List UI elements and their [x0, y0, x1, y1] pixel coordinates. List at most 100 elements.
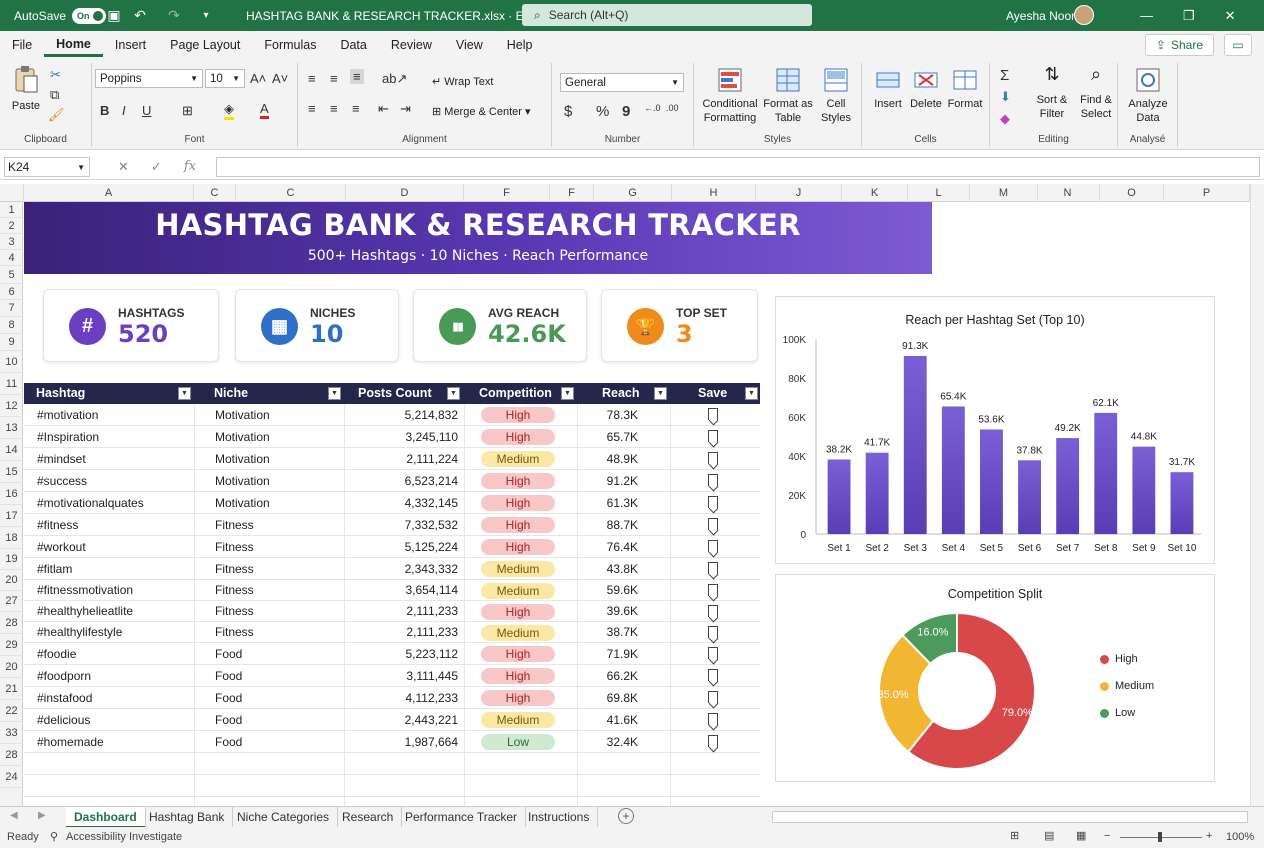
minimize-icon[interactable]: — — [1140, 8, 1153, 24]
row-header[interactable]: 11 — [0, 373, 23, 395]
sheet-tab-research[interactable]: Research — [334, 807, 403, 828]
niche-cell[interactable]: Fitness — [215, 622, 254, 642]
undo-icon[interactable]: ↶ — [132, 7, 148, 24]
niche-cell[interactable]: Motivation — [215, 404, 270, 425]
reach-cell[interactable]: 66.2K — [584, 665, 638, 686]
table-row[interactable]: #foodporn Food 3,111,445 High 66.2K — [24, 665, 760, 687]
tab-file[interactable]: File — [0, 38, 44, 52]
niche-cell[interactable]: Motivation — [215, 426, 270, 447]
posts-count-cell[interactable]: 2,111,233 — [358, 601, 458, 621]
percent-button[interactable]: % — [596, 103, 609, 120]
table-row[interactable]: #success Motivation 6,523,214 High 91.2K — [24, 470, 760, 492]
row-header[interactable]: 29 — [0, 634, 23, 656]
bookmark-icon[interactable] — [708, 735, 718, 747]
hashtag-cell[interactable]: #healthyheliеatlite — [37, 601, 133, 621]
table-row[interactable]: #workout Fitness 5,125,224 High 76.4K — [24, 536, 760, 558]
row-header[interactable]: 16 — [0, 483, 23, 505]
table-row[interactable]: #fitnessmotivation Fitness 3,654,114 Medium… — [24, 580, 760, 601]
hashtag-cell[interactable]: #homemade — [37, 731, 104, 752]
niche-cell[interactable]: Motivation — [215, 492, 270, 513]
fill-icon[interactable]: ⬇ — [1000, 89, 1011, 105]
row-header[interactable]: 22 — [0, 700, 23, 722]
niche-cell[interactable]: Fitness — [215, 514, 254, 535]
reach-cell[interactable]: 41.6K — [584, 709, 638, 730]
filter-dropdown-icon[interactable]: ▼ — [178, 387, 191, 400]
pie-chart[interactable]: Competition Split 79.0% 35.0% 16.0% High Me… — [775, 574, 1215, 782]
bar[interactable] — [980, 429, 1003, 534]
column-header[interactable]: H — [672, 184, 756, 202]
posts-count-cell[interactable]: 6,523,214 — [358, 470, 458, 491]
bar-chart[interactable]: Reach per Hashtag Set (Top 10) 0 20K 40K 60… — [775, 296, 1215, 564]
wrap-text-button[interactable]: ↵ Wrap Text — [432, 75, 493, 89]
legend-item-medium[interactable]: Medium — [1100, 680, 1154, 692]
hashtag-cell[interactable]: #healthylifestyle — [37, 622, 122, 642]
bookmark-icon[interactable] — [708, 540, 718, 552]
row-header[interactable]: 12 — [0, 395, 23, 417]
comma-button[interactable]: 9 — [622, 103, 630, 120]
niche-cell[interactable]: Food — [215, 731, 242, 752]
italic-button[interactable]: I — [122, 103, 126, 118]
row-header[interactable]: 15 — [0, 461, 23, 483]
niche-cell[interactable]: Fitness — [215, 580, 254, 600]
borders-icon[interactable]: ⊞ — [182, 103, 193, 119]
row-header[interactable]: 3 — [0, 234, 23, 250]
table-row[interactable]: #homemade Food 1,987,664 Low 32.4K — [24, 731, 760, 753]
tab-view[interactable]: View — [444, 38, 495, 52]
reach-cell[interactable]: 48.9K — [584, 448, 638, 469]
close-icon[interactable]: ✕ — [1225, 8, 1236, 24]
row-header[interactable]: 17 — [0, 505, 23, 527]
bar[interactable] — [1018, 460, 1041, 534]
clear-icon[interactable]: ◆ — [1000, 111, 1010, 127]
find-select-button[interactable]: ⌕ Find & Select — [1074, 65, 1118, 121]
column-header[interactable]: F — [464, 184, 550, 202]
column-header[interactable]: G — [594, 184, 672, 202]
add-sheet-icon[interactable]: + — [618, 808, 634, 824]
table-row[interactable]: #delicious Food 2,443,221 Medium 41.6K — [24, 709, 760, 731]
filter-dropdown-icon[interactable]: ▼ — [447, 387, 460, 400]
filter-dropdown-icon[interactable]: ▼ — [745, 387, 758, 400]
column-header[interactable]: C — [236, 184, 346, 202]
bookmark-icon[interactable] — [708, 474, 718, 486]
posts-count-cell[interactable]: 7,332,532 — [358, 514, 458, 535]
bookmark-icon[interactable] — [708, 518, 718, 530]
save-icon[interactable]: ▣ — [106, 7, 122, 24]
formula-input[interactable] — [216, 157, 1260, 177]
restore-icon[interactable]: ❐ — [1183, 8, 1195, 24]
posts-count-cell[interactable]: 2,111,224 — [358, 448, 458, 469]
column-header[interactable]: O — [1100, 184, 1164, 202]
bar[interactable] — [1170, 472, 1194, 534]
align-left-icon[interactable]: ≡ — [308, 101, 316, 116]
niche-cell[interactable]: Food — [215, 643, 242, 664]
redo-icon[interactable]: ↷ — [166, 7, 182, 24]
tab-data[interactable]: Data — [328, 38, 378, 52]
row-header[interactable]: 8 — [0, 317, 23, 334]
posts-count-cell[interactable]: 3,654,114 — [358, 580, 459, 600]
row-header[interactable]: 4 — [0, 250, 23, 266]
column-header[interactable]: N — [1036, 184, 1100, 202]
vertical-scrollbar[interactable] — [1250, 184, 1264, 806]
bar[interactable] — [1132, 446, 1156, 534]
tab-home[interactable]: Home — [44, 37, 103, 57]
hashtag-cell[interactable]: #fitness — [37, 514, 78, 535]
row-header[interactable]: 10 — [0, 351, 23, 373]
niche-cell[interactable]: Fitness — [215, 601, 254, 621]
posts-count-cell[interactable]: 4,332,145 — [358, 492, 458, 513]
worksheet[interactable]: HASHTAG BANK & RESEARCH TRACKER 500+ Has… — [24, 202, 1248, 806]
table-row[interactable]: #instafood Food 4,112,233 High 69.8K — [24, 687, 760, 709]
column-header[interactable]: F — [550, 184, 594, 202]
niche-cell[interactable]: Motivation — [215, 448, 270, 469]
table-row[interactable]: #motivationalquates Motivation 4,332,145 Hi… — [24, 492, 760, 514]
zoom-slider[interactable] — [1120, 832, 1202, 842]
align-middle-icon[interactable]: ≡ — [330, 71, 338, 86]
sheet-tab-performance-tracker[interactable]: Performance Tracker — [397, 807, 527, 828]
paste-button[interactable]: Paste — [8, 65, 44, 113]
autosum-icon[interactable]: Σ — [1000, 67, 1009, 84]
row-header[interactable]: 13 — [0, 417, 23, 439]
sheet-tab-dashboard[interactable]: Dashboard — [66, 807, 146, 828]
increase-indent-icon[interactable]: ⇥ — [400, 101, 411, 117]
row-header[interactable]: 14 — [0, 439, 23, 461]
accessibility-status[interactable]: Accessibility Investigate — [66, 831, 182, 843]
hashtag-cell[interactable]: #instafood — [37, 687, 92, 708]
filter-dropdown-icon[interactable]: ▼ — [328, 387, 341, 400]
column-header[interactable]: D — [346, 184, 464, 202]
